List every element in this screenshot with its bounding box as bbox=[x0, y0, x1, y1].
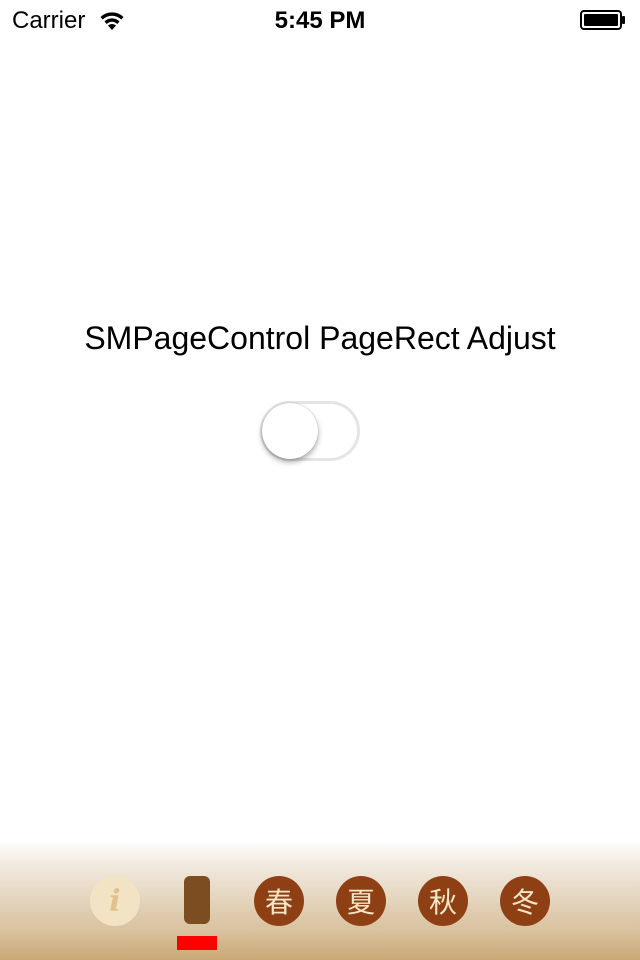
toggle-knob[interactable] bbox=[262, 403, 318, 459]
current-page-indicator[interactable] bbox=[184, 876, 210, 924]
app-screen: Carrier 5:45 PM SMPageControl PageRect A… bbox=[0, 0, 640, 960]
page-dot-spring[interactable]: 春 bbox=[254, 876, 304, 926]
info-icon[interactable]: i bbox=[90, 876, 140, 926]
page-rect-highlight bbox=[177, 936, 217, 950]
battery-full-icon bbox=[580, 10, 625, 30]
status-bar: Carrier 5:45 PM bbox=[0, 0, 640, 40]
page-title: SMPageControl PageRect Adjust bbox=[84, 320, 556, 356]
page-dot-winter[interactable]: 冬 bbox=[500, 876, 550, 926]
status-time: 5:45 PM bbox=[274, 7, 366, 34]
page-dot-summer[interactable]: 夏 bbox=[336, 876, 386, 926]
page-rect-adjust-toggle[interactable] bbox=[260, 401, 360, 461]
page-control: i 春 夏 秋 冬 bbox=[0, 840, 640, 960]
page-dot-autumn[interactable]: 秋 bbox=[418, 876, 468, 926]
